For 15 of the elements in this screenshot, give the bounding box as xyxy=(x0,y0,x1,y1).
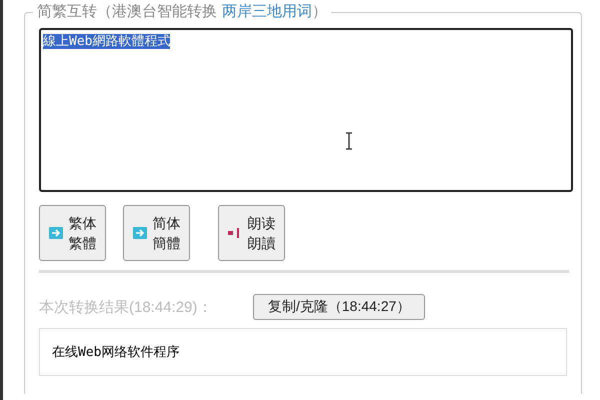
terms-link[interactable]: 两岸三地用词 xyxy=(222,2,312,22)
read-aloud-button[interactable]: 朗读 朗讀 xyxy=(218,205,285,261)
convert-button[interactable]: 繁体 繁體 xyxy=(39,205,106,261)
text-cursor-icon xyxy=(345,132,353,150)
panel-title-end: ） xyxy=(312,2,327,22)
copy-button[interactable]: 复制/克隆（18:44:27） xyxy=(253,294,426,320)
speaker-icon xyxy=(228,227,242,239)
panel-title: 简繁互转（港澳台智能转换 xyxy=(37,2,217,22)
arrow-icon xyxy=(48,227,62,239)
input-text: 線上Web網路軟體程式 xyxy=(43,34,170,49)
arrow-icon xyxy=(132,227,146,239)
convert-button[interactable]: 简体 簡體 xyxy=(123,205,190,261)
result-label: 本次转换结果(18:44:29)： xyxy=(39,298,214,316)
result-field: 在线Web网络软件程序 xyxy=(39,328,567,376)
input-field[interactable]: 線上Web網路軟體程式 xyxy=(39,28,573,192)
